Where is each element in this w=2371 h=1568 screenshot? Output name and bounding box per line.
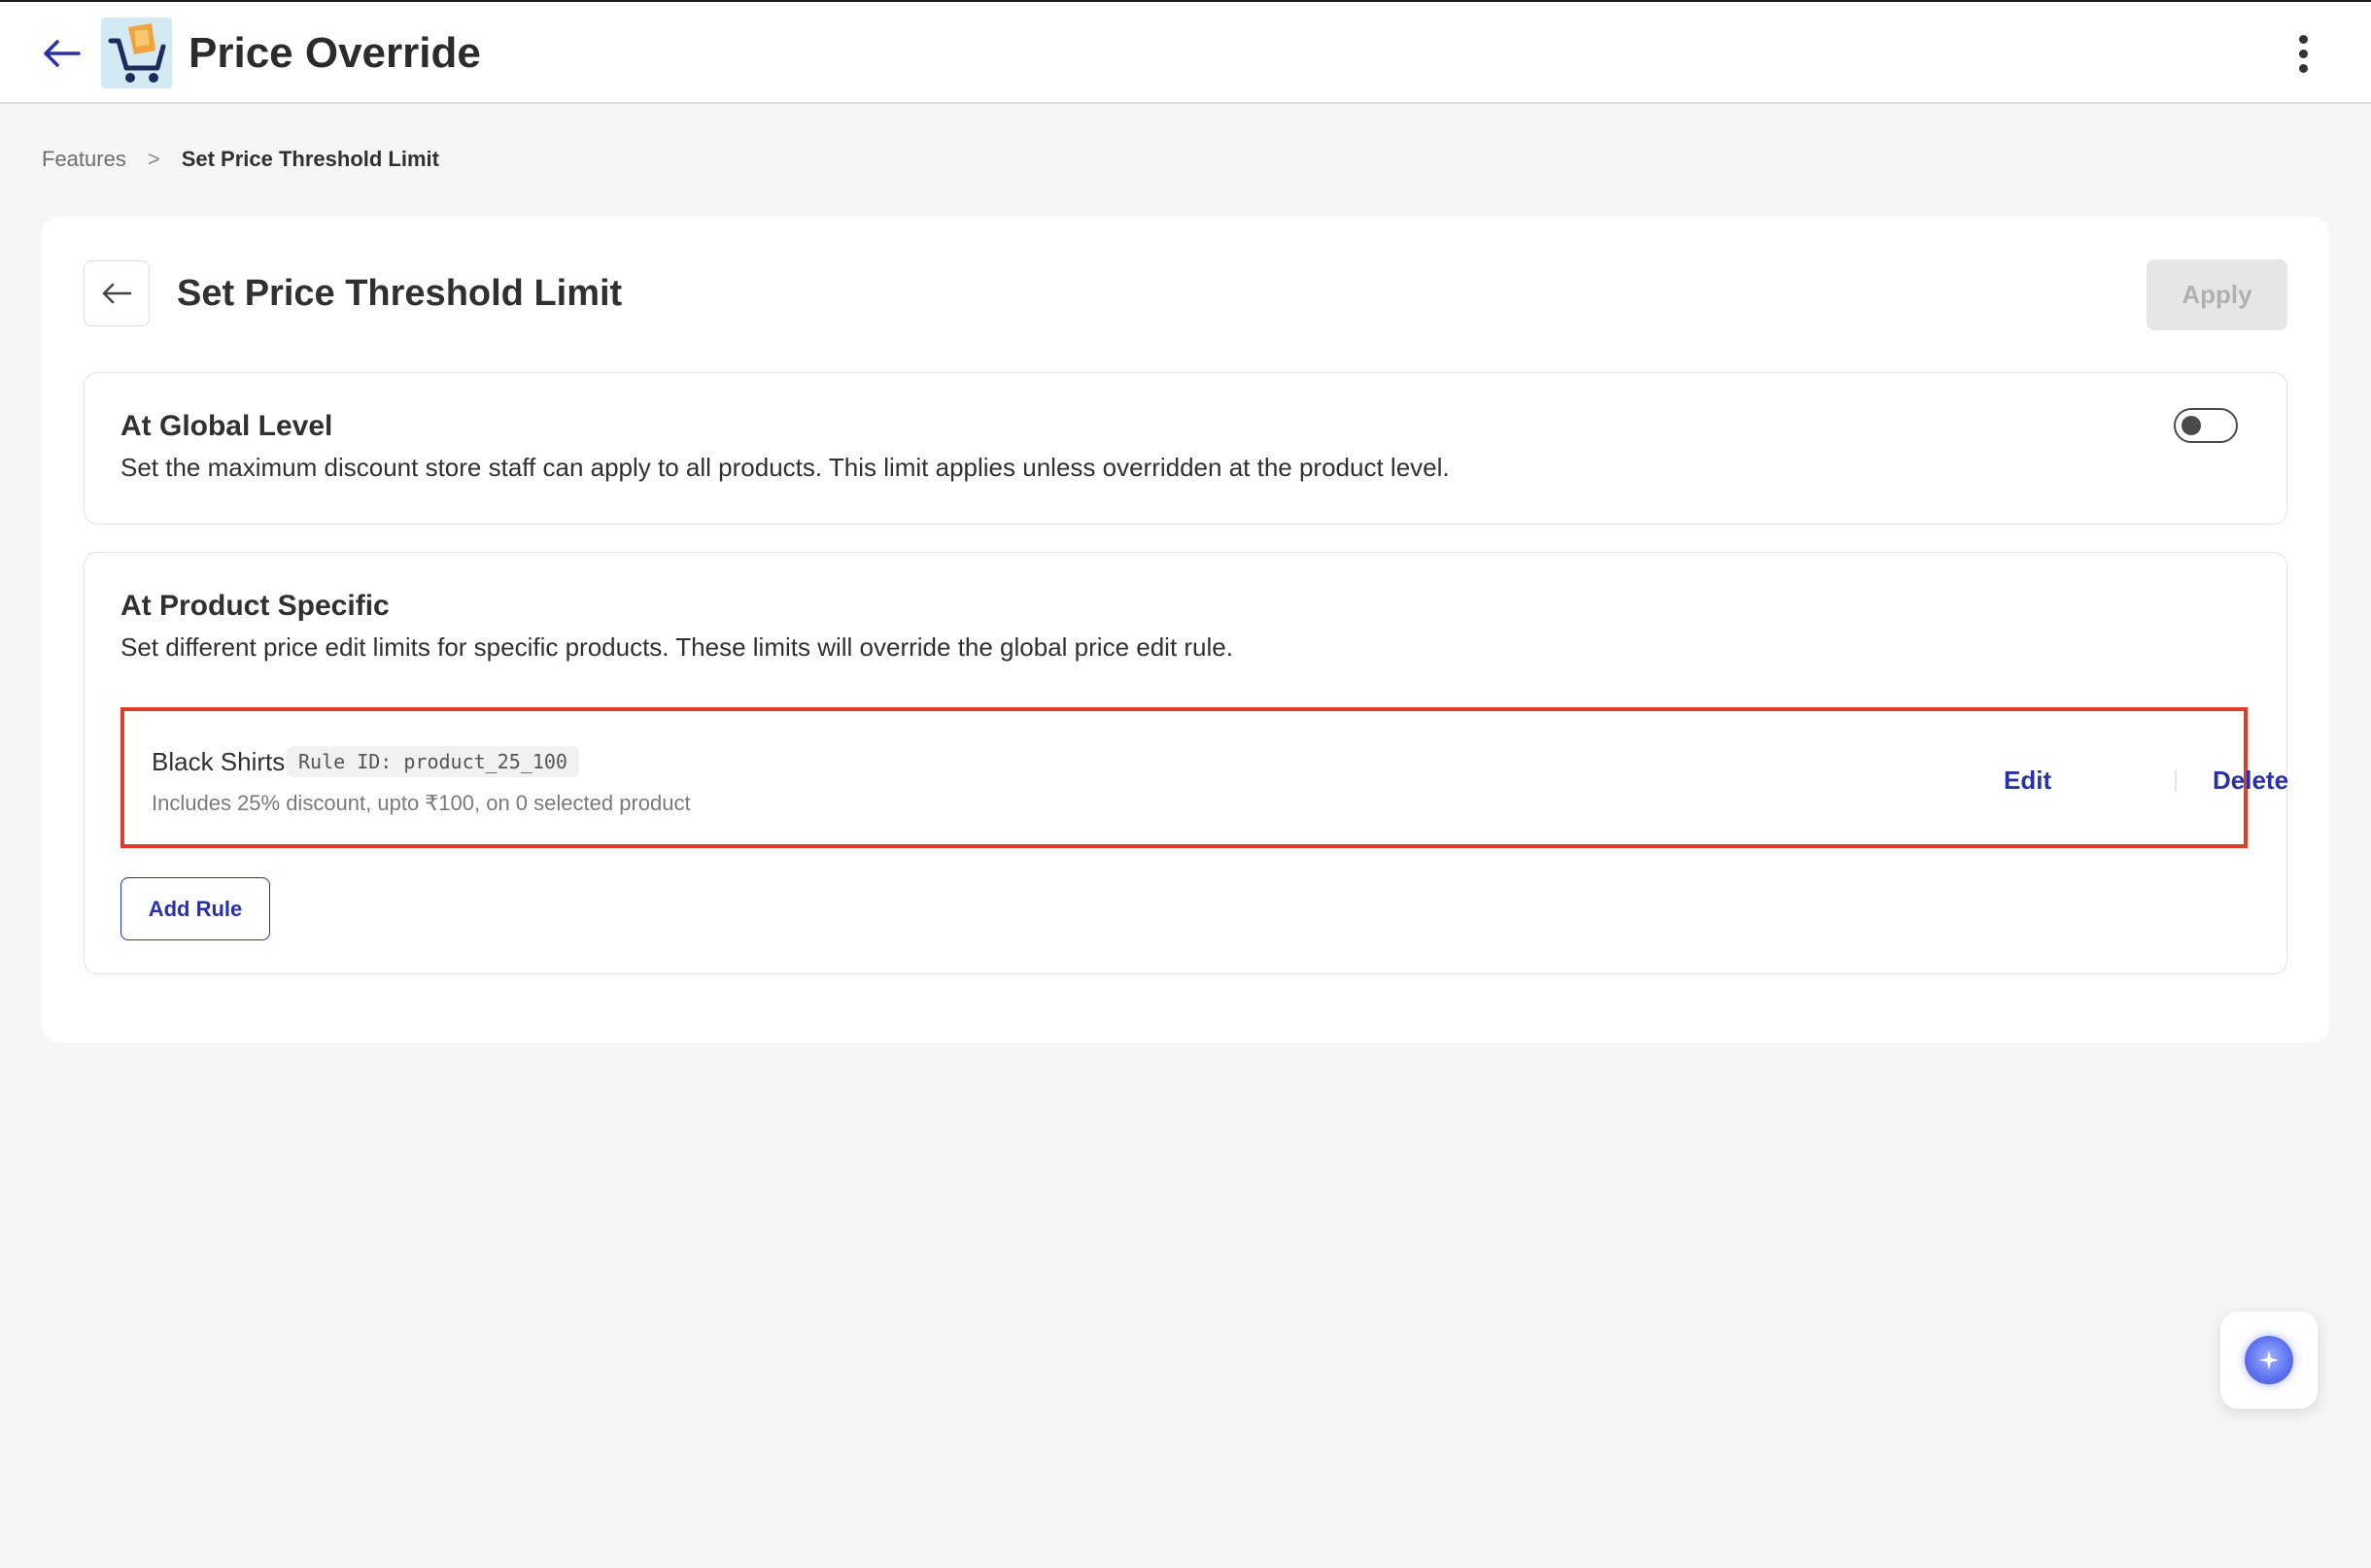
- sparkle-icon: [2245, 1336, 2293, 1384]
- section-description: Set different price edit limits for spec…: [120, 632, 1233, 662]
- breadcrumb: Features > Set Price Threshold Limit: [42, 146, 439, 173]
- back-arrow-icon: [102, 283, 132, 304]
- app-logo: [101, 17, 172, 88]
- app-header: Price Override: [0, 0, 2371, 104]
- assistant-button[interactable]: [2220, 1312, 2318, 1409]
- section-title: At Product Specific: [120, 590, 390, 622]
- global-level-section: At Global Level Set the maximum discount…: [84, 372, 2287, 525]
- apply-button[interactable]: Apply: [2147, 259, 2287, 330]
- rule-detail: Includes 25% discount, upto ₹100, on 0 s…: [152, 791, 691, 815]
- product-specific-section: At Product Specific Set different price …: [84, 552, 2288, 974]
- more-options-icon[interactable]: [2284, 29, 2322, 78]
- global-limit-toggle[interactable]: [2174, 408, 2238, 443]
- breadcrumb-separator: >: [147, 147, 160, 171]
- app-title: Price Override: [189, 29, 481, 77]
- delete-rule-button[interactable]: Delete: [2213, 764, 2288, 797]
- add-rule-button[interactable]: Add Rule: [120, 877, 270, 940]
- main-card: Set Price Threshold Limit Apply At Globa…: [42, 217, 2329, 1042]
- action-divider: [2175, 769, 2177, 791]
- edit-rule-button[interactable]: Edit: [2004, 764, 2051, 797]
- rule-id-badge: Rule ID: product_25_100: [287, 746, 579, 777]
- section-title: At Global Level: [120, 410, 333, 442]
- breadcrumb-current: Set Price Threshold Limit: [181, 147, 439, 171]
- rule-row: Black Shirts Rule ID: product_25_100 Inc…: [120, 707, 2288, 848]
- section-description: Set the maximum discount store staff can…: [120, 453, 1450, 482]
- toggle-knob: [2182, 416, 2201, 435]
- rule-name: Black Shirts: [152, 747, 286, 776]
- page-back-button[interactable]: [84, 260, 150, 326]
- breadcrumb-features[interactable]: Features: [42, 146, 126, 173]
- page-title: Set Price Threshold Limit: [177, 273, 623, 314]
- back-arrow-icon[interactable]: [39, 31, 84, 76]
